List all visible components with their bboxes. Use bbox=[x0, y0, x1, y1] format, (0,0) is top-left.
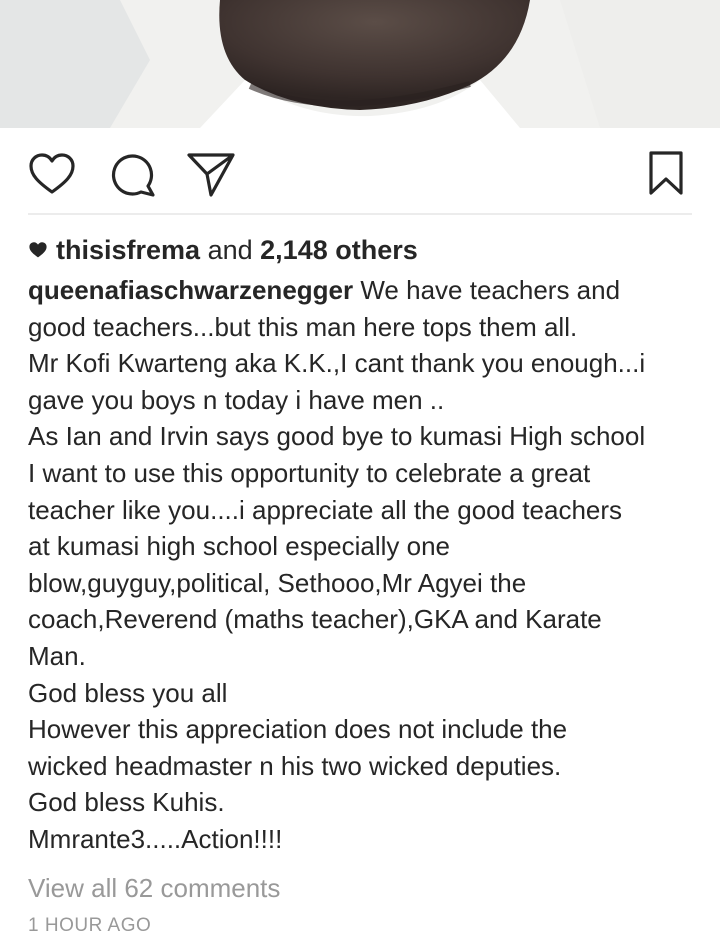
likes-connector: and bbox=[207, 235, 253, 265]
likes-summary[interactable]: thisisfrema and 2,148 others bbox=[28, 232, 418, 268]
paper-plane-icon[interactable] bbox=[186, 152, 236, 198]
speech-bubble-icon[interactable] bbox=[110, 152, 156, 198]
caption-line: teacher like you....i appreciate all the… bbox=[28, 494, 623, 525]
caption-line: Mmrante3.....Action!!!! bbox=[28, 823, 283, 854]
caption-line: Man. bbox=[28, 640, 86, 671]
caption-line: God bless Kuhis. bbox=[28, 787, 225, 818]
caption-line: blow,guyguy,political, Sethooo,Mr Agyei … bbox=[28, 567, 527, 598]
caption-line: queenafiaschwarzenegger We have teachers… bbox=[28, 272, 708, 309]
heart-filled-icon bbox=[28, 232, 48, 268]
heart-outline-icon[interactable] bbox=[28, 152, 76, 196]
post-caption: queenafiaschwarzenegger We have teachers… bbox=[28, 272, 708, 858]
caption-username[interactable]: queenafiaschwarzenegger bbox=[28, 275, 353, 305]
liker-username[interactable]: thisisfrema bbox=[56, 235, 200, 265]
caption-text: We have teachers and bbox=[360, 275, 621, 305]
caption-line: However this appreciation does not inclu… bbox=[28, 714, 568, 745]
bookmark-icon[interactable] bbox=[648, 150, 684, 196]
post-photo[interactable] bbox=[0, 0, 720, 128]
caption-line: God bless you all bbox=[28, 677, 228, 708]
action-bar bbox=[0, 128, 720, 216]
caption-line: good teachers...but this man here tops t… bbox=[28, 311, 578, 342]
caption-line: As Ian and Irvin says good bye to kumasi… bbox=[28, 421, 646, 452]
caption-line: gave you boys n today i have men .. bbox=[28, 384, 445, 415]
post-timestamp: 1 HOUR AGO bbox=[28, 915, 152, 936]
action-divider bbox=[28, 213, 692, 215]
caption-line: coach,Reverend (maths teacher),GKA and K… bbox=[28, 604, 602, 635]
view-all-comments-link[interactable]: View all 62 comments bbox=[28, 871, 280, 905]
caption-line: at kumasi high school especially one bbox=[28, 531, 451, 562]
caption-line: Mr Kofi Kwarteng aka K.K.,I cant thank y… bbox=[28, 348, 646, 379]
caption-line: wicked headmaster n his two wicked deput… bbox=[28, 750, 562, 781]
caption-line: I want to use this opportunity to celebr… bbox=[28, 457, 591, 488]
likes-others[interactable]: 2,148 others bbox=[260, 235, 418, 265]
